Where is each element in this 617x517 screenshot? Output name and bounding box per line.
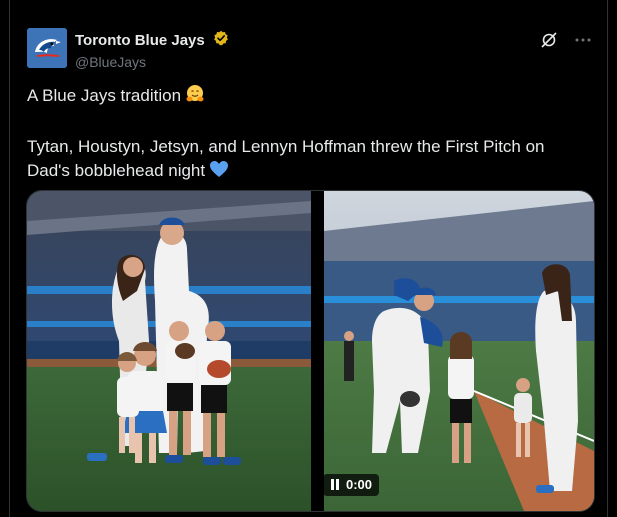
avatar[interactable] — [27, 28, 67, 68]
stadium-family-photo-icon — [27, 191, 311, 511]
video-time: 0:00 — [346, 477, 373, 492]
column-divider-right — [607, 0, 608, 517]
grok-icon[interactable] — [539, 30, 559, 55]
more-icon[interactable] — [573, 30, 593, 55]
tweet-line-1: A Blue Jays tradition — [27, 86, 182, 105]
first-pitch-video-frame-icon — [324, 191, 594, 511]
verified-badge-icon[interactable] — [213, 30, 229, 51]
hugging-face-emoji-icon — [185, 84, 205, 111]
family-photo[interactable] — [27, 191, 311, 511]
pause-icon[interactable] — [330, 478, 340, 493]
blue-jay-logo-icon — [27, 28, 67, 68]
column-divider-left — [9, 0, 10, 517]
tweet-header: Toronto Blue Jays @BlueJays — [27, 28, 597, 70]
display-name[interactable]: Toronto Blue Jays — [75, 32, 205, 49]
tweet-text: A Blue Jays tradition Tytan, Houstyn, Je… — [27, 84, 587, 186]
video-playback-control[interactable]: 0:00 — [323, 474, 380, 496]
blue-heart-emoji-icon — [209, 159, 229, 186]
handle[interactable]: @BlueJays — [75, 54, 229, 70]
tweet-line-2: Tytan, Houstyn, Jetsyn, and Lennyn Hoffm… — [27, 137, 545, 180]
media-grid — [26, 190, 595, 512]
header-actions — [539, 30, 593, 55]
first-pitch-video[interactable] — [324, 191, 594, 511]
